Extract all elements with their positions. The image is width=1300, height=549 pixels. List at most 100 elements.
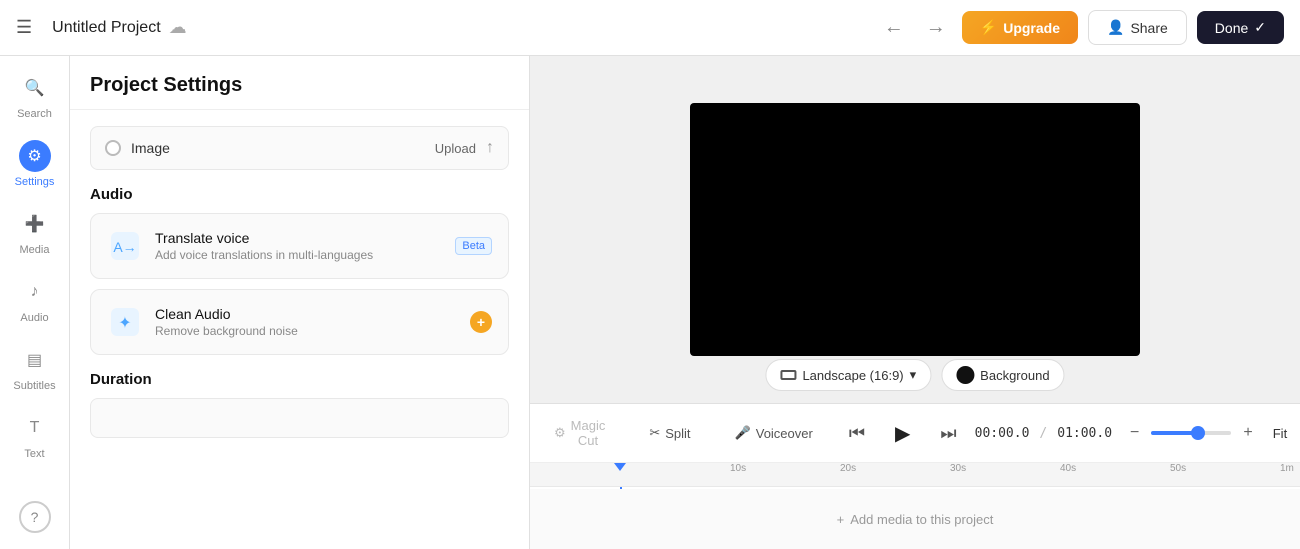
fast-forward-button[interactable]: ⏭	[928, 417, 968, 450]
duration-section-title: Duration	[90, 371, 509, 388]
clean-audio-desc: Remove background noise	[155, 324, 458, 338]
clean-audio-name: Clean Audio	[155, 306, 458, 322]
translate-voice-desc: Add voice translations in multi-language…	[155, 248, 443, 262]
topbar: ☰ Untitled Project ☁ ← → ⚡ Upgrade 👤 Sha…	[0, 0, 1300, 56]
clean-audio-info: Clean Audio Remove background noise	[155, 306, 458, 338]
svg-text:✦: ✦	[118, 315, 131, 332]
zoom-out-button[interactable]: −	[1124, 422, 1145, 444]
done-icon: ✓	[1254, 19, 1266, 36]
landscape-label: Landscape (16:9)	[802, 368, 903, 383]
zoom-slider[interactable]	[1151, 431, 1231, 435]
clean-audio-card[interactable]: ✦ Clean Audio Remove background noise +	[90, 289, 509, 355]
ruler-tick-1m: 1m	[1280, 463, 1294, 474]
zoom-in-button[interactable]: +	[1237, 422, 1258, 444]
sidebar-item-subtitles-label: Subtitles	[13, 380, 55, 392]
settings-panel: Project Settings Image Upload ↑ Audio A→…	[70, 56, 530, 549]
sidebar-item-help[interactable]: ?	[5, 493, 65, 541]
landscape-chevron: ▾	[910, 367, 917, 383]
undo-button[interactable]: ←	[878, 12, 910, 43]
magic-cut-button: ⚙ Magic Cut	[542, 412, 617, 454]
main-area: 🔍 Search ⚙ Settings ➕ Media ♪ Audio ▤ Su…	[0, 56, 1300, 549]
done-label: Done	[1215, 20, 1248, 36]
sidebar-item-settings-label: Settings	[15, 176, 55, 188]
background-label: Background	[980, 368, 1049, 383]
split-button[interactable]: ✂ Split	[637, 419, 702, 447]
upgrade-label: Upgrade	[1003, 20, 1060, 36]
clean-audio-icon: ✦	[107, 304, 143, 340]
image-row[interactable]: Image Upload ↑	[90, 126, 509, 170]
sidebar-item-audio-label: Audio	[20, 312, 48, 324]
fit-button[interactable]: Fit	[1265, 422, 1295, 445]
image-radio[interactable]	[105, 140, 121, 156]
sidebar-item-subtitles[interactable]: ▤ Subtitles	[5, 336, 65, 400]
video-canvas	[690, 103, 1140, 356]
translate-voice-card[interactable]: A→ Translate voice Add voice translation…	[90, 213, 509, 279]
topbar-title: Untitled Project ☁	[52, 17, 866, 38]
voiceover-button[interactable]: 🎤 Voiceover	[723, 419, 825, 447]
sidebar-item-media-label: Media	[20, 244, 50, 256]
current-time: 00:00.0	[975, 426, 1030, 441]
settings-body: Image Upload ↑ Audio A→ Translate voice …	[70, 110, 529, 549]
upgrade-icon: ⚡	[980, 19, 997, 36]
translate-voice-icon: A→	[107, 228, 143, 264]
settings-icon: ⚙	[19, 140, 51, 172]
magic-cut-label: Magic Cut	[571, 418, 606, 448]
timeline-ruler: 10s 20s 30s 40s 50s 1m	[530, 463, 1300, 487]
landscape-icon	[780, 370, 796, 380]
split-icon: ✂	[649, 425, 660, 441]
text-icon: T	[19, 412, 51, 444]
play-button[interactable]: ▶	[883, 415, 922, 452]
share-icon: 👤	[1107, 19, 1124, 36]
settings-header: Project Settings	[70, 56, 529, 110]
bg-dot-icon	[956, 366, 974, 384]
sidebar-item-settings[interactable]: ⚙ Settings	[5, 132, 65, 196]
upload-icon[interactable]: ↑	[486, 139, 494, 157]
timeline-playhead	[620, 487, 622, 489]
redo-button[interactable]: →	[920, 12, 952, 43]
time-separator: /	[1039, 426, 1047, 441]
background-button[interactable]: Background	[941, 359, 1064, 391]
ruler-marks: 10s 20s 30s 40s 50s 1m	[620, 463, 1300, 486]
settings-panel-title: Project Settings	[90, 74, 509, 97]
duration-input[interactable]	[90, 398, 509, 438]
add-media-label: Add media to this project	[850, 512, 993, 527]
voiceover-label: Voiceover	[756, 426, 813, 441]
project-title: Untitled Project	[52, 19, 161, 37]
ruler-tick-30s: 30s	[950, 463, 966, 474]
upgrade-button[interactable]: ⚡ Upgrade	[962, 11, 1078, 44]
translate-voice-info: Translate voice Add voice translations i…	[155, 230, 443, 262]
sidebar-item-text[interactable]: T Text	[5, 404, 65, 468]
magic-cut-icon: ⚙	[554, 425, 566, 441]
timeline-area: ⚙ Magic Cut ✂ Split 🎤 Voiceover ⏮ ▶ ⏭ 00…	[530, 403, 1300, 549]
subtitles-icon: ▤	[19, 344, 51, 376]
zoom-controls: − + Fit	[1124, 422, 1295, 445]
sidebar-icons: 🔍 Search ⚙ Settings ➕ Media ♪ Audio ▤ Su…	[0, 56, 70, 549]
ruler-tick-50s: 50s	[1170, 463, 1186, 474]
timeline-toolbar: ⚙ Magic Cut ✂ Split 🎤 Voiceover ⏮ ▶ ⏭ 00…	[530, 404, 1300, 463]
add-media-row[interactable]: + Add media to this project	[530, 489, 1300, 549]
landscape-button[interactable]: Landscape (16:9) ▾	[765, 359, 931, 391]
help-icon: ?	[19, 501, 51, 533]
split-label: Split	[665, 426, 690, 441]
share-button[interactable]: 👤 Share	[1088, 10, 1187, 45]
sidebar-item-search-label: Search	[17, 108, 52, 120]
sidebar-item-audio[interactable]: ♪ Audio	[5, 268, 65, 332]
svg-text:A→: A→	[113, 239, 136, 255]
sidebar-item-media[interactable]: ➕ Media	[5, 200, 65, 264]
media-icon: ➕	[19, 208, 51, 240]
menu-icon[interactable]: ☰	[16, 17, 32, 38]
done-button[interactable]: Done ✓	[1197, 11, 1284, 44]
audio-icon: ♪	[19, 276, 51, 308]
beta-badge: Beta	[455, 237, 492, 255]
sidebar-item-search[interactable]: 🔍 Search	[5, 64, 65, 128]
image-label: Image	[131, 140, 425, 156]
add-media-icon: +	[837, 512, 845, 527]
total-time: 01:00.0	[1057, 426, 1112, 441]
preview-main: Landscape (16:9) ▾ Background	[530, 56, 1300, 403]
cloud-icon: ☁	[169, 17, 187, 38]
rewind-button[interactable]: ⏮	[837, 417, 877, 450]
upload-button[interactable]: Upload	[435, 141, 476, 156]
preview-timeline-container: Landscape (16:9) ▾ Background ⚙ Magic Cu…	[530, 56, 1300, 549]
timeline-track-area[interactable]: + Add media to this project	[530, 489, 1300, 549]
voiceover-icon: 🎤	[735, 425, 751, 441]
